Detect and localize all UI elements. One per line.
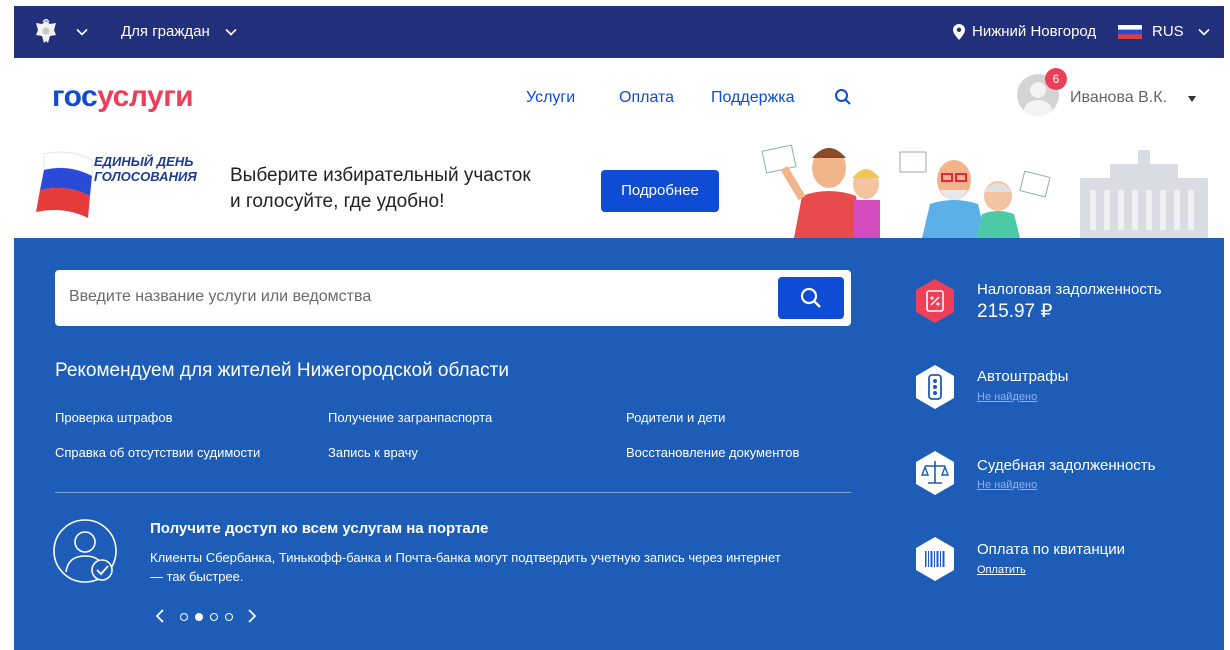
access-title: Получите доступ ко всем услугам на порта… bbox=[150, 520, 489, 537]
tax-debt-title[interactable]: Налоговая задолженность bbox=[977, 281, 1162, 298]
verified-user-icon bbox=[53, 519, 117, 583]
language-selector[interactable]: RUS bbox=[1152, 23, 1184, 40]
chevron-right-icon[interactable] bbox=[246, 608, 258, 624]
access-description: Клиенты Сбербанка, Тинькофф-банка и Почт… bbox=[150, 550, 781, 584]
search-input[interactable] bbox=[69, 288, 759, 306]
voting-day-line1: ЕДИНЫЙ ДЕНЬ bbox=[94, 154, 194, 169]
chevron-down-icon[interactable] bbox=[225, 28, 237, 36]
russian-flag-icon[interactable] bbox=[1118, 25, 1142, 39]
receipt-payment-title[interactable]: Оплата по квитанции bbox=[977, 541, 1125, 558]
recommendations-title: Рекомендуем для жителей Нижегородской об… bbox=[55, 360, 509, 381]
voting-banner: ЕДИНЫЙ ДЕНЬ ГОЛОСОВАНИЯ Выберите избират… bbox=[14, 138, 1224, 238]
recommendation-link[interactable]: Справка об отсутствии судимости bbox=[55, 445, 260, 460]
voting-day-line2: ГОЛОСОВАНИЯ bbox=[94, 169, 197, 184]
logo-part-gos: гос bbox=[52, 80, 98, 113]
page-frame: Для граждан Нижний Новгород RUS госуслуг… bbox=[14, 6, 1224, 650]
search-button[interactable] bbox=[778, 277, 844, 319]
carousel-dot-active[interactable] bbox=[195, 613, 203, 621]
recommendation-link[interactable]: Получение загранпаспорта bbox=[328, 410, 492, 425]
banner-message-line1: Выберите избирательный участок bbox=[230, 165, 531, 186]
carousel-dot[interactable] bbox=[225, 613, 233, 621]
section-divider bbox=[55, 492, 851, 493]
search-icon[interactable] bbox=[834, 88, 852, 106]
banner-message-line2: и голосуйте, где удобно! bbox=[230, 191, 445, 212]
main-header: госуслуги Услуги Оплата Поддержка 6 Иван… bbox=[14, 58, 1224, 138]
court-debt-status[interactable]: Не найдено bbox=[977, 479, 1037, 491]
main-section: Рекомендуем для жителей Нижегородской об… bbox=[14, 238, 1224, 650]
top-bar: Для граждан Нижний Новгород RUS bbox=[14, 6, 1224, 58]
carousel-dot[interactable] bbox=[210, 613, 218, 621]
nav-services[interactable]: Услуги bbox=[526, 89, 575, 107]
map-pin-icon bbox=[953, 24, 965, 40]
chevron-down-icon[interactable] bbox=[1198, 28, 1210, 36]
voting-flag-image bbox=[36, 151, 93, 218]
court-debt-title[interactable]: Судебная задолженность bbox=[977, 457, 1155, 474]
city-selector[interactable]: Нижний Новгород bbox=[972, 23, 1096, 40]
service-search bbox=[55, 270, 851, 326]
traffic-light-icon[interactable] bbox=[912, 364, 958, 410]
receipt-pay-link[interactable]: Оплатить bbox=[977, 564, 1026, 576]
banner-message: Выберите избирательный участок и голосуй… bbox=[230, 163, 531, 215]
chevron-left-icon[interactable] bbox=[154, 608, 166, 624]
nav-support[interactable]: Поддержка bbox=[711, 89, 794, 107]
voting-day-badge: ЕДИНЫЙ ДЕНЬ ГОЛОСОВАНИЯ bbox=[94, 154, 197, 184]
voters-illustration bbox=[761, 144, 1208, 238]
scales-icon[interactable] bbox=[912, 450, 958, 496]
car-fines-status[interactable]: Не найдено bbox=[977, 391, 1037, 403]
barcode-icon[interactable] bbox=[912, 536, 958, 582]
recommendation-link[interactable]: Восстановление документов bbox=[626, 445, 799, 460]
recommendation-link[interactable]: Родители и дети bbox=[626, 410, 725, 425]
caret-down-icon[interactable] bbox=[1188, 96, 1196, 102]
carousel-dot[interactable] bbox=[180, 613, 188, 621]
chevron-down-icon[interactable] bbox=[76, 28, 88, 36]
tax-debt-amount: 215.97 ₽ bbox=[977, 301, 1053, 322]
nav-payment[interactable]: Оплата bbox=[619, 89, 674, 107]
recommendation-link[interactable]: Запись к врачу bbox=[328, 445, 418, 460]
logo-part-uslugi: услуги bbox=[97, 80, 194, 113]
car-fines-title[interactable]: Автоштрафы bbox=[977, 368, 1068, 385]
banner-more-button[interactable]: Подробнее bbox=[601, 170, 719, 212]
gosuslugi-logo[interactable]: госуслуги bbox=[52, 80, 194, 114]
notification-badge[interactable]: 6 bbox=[1045, 68, 1067, 90]
search-icon bbox=[800, 287, 821, 308]
coat-of-arms-icon[interactable] bbox=[34, 19, 58, 45]
user-name[interactable]: Иванова В.К. bbox=[1070, 89, 1167, 107]
tax-document-icon[interactable] bbox=[912, 278, 958, 324]
audience-selector[interactable]: Для граждан bbox=[121, 23, 210, 40]
recommendation-link[interactable]: Проверка штрафов bbox=[55, 410, 173, 425]
